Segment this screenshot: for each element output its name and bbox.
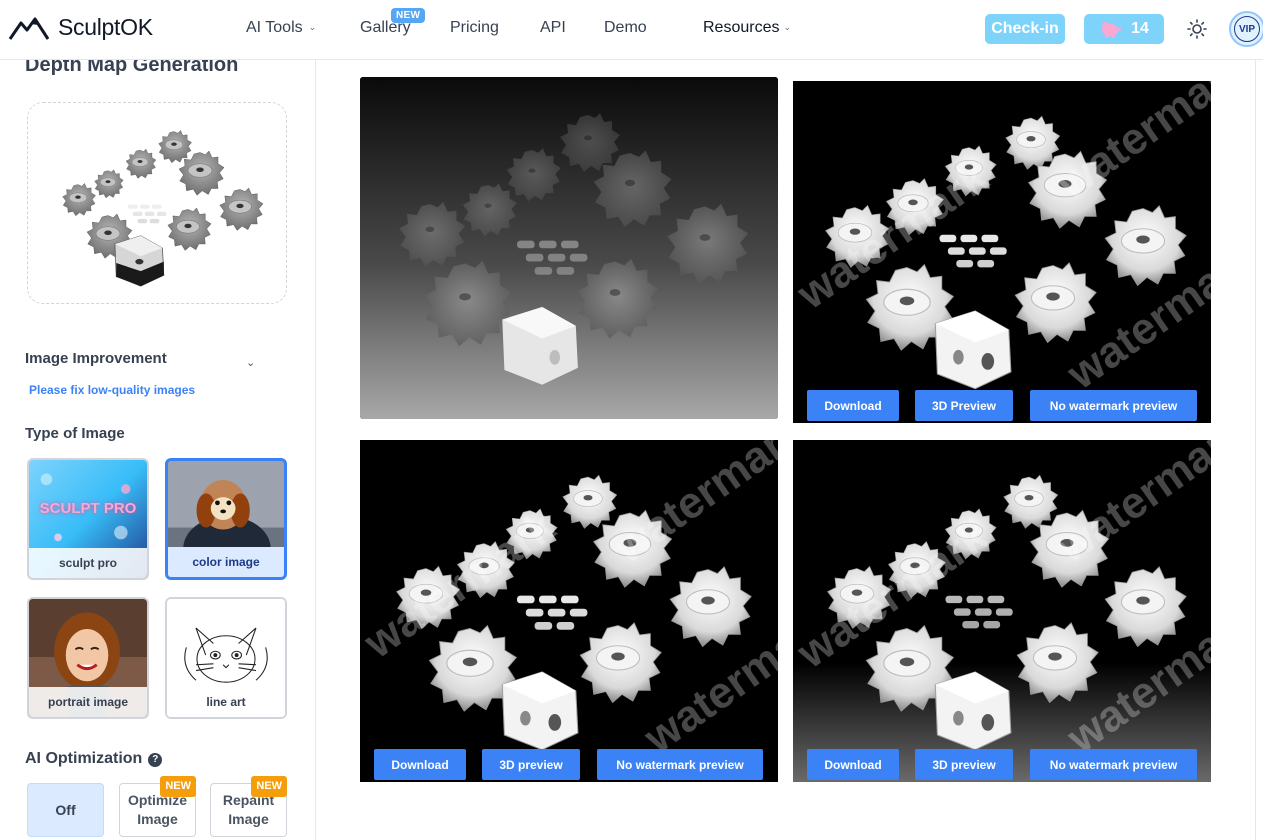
result-card-3[interactable]: watermark watermark watermark Download 3…	[360, 440, 778, 782]
type-card-line-art[interactable]: line art	[165, 597, 287, 719]
optimize-image-button[interactable]: NEW Optimize Image	[119, 776, 196, 837]
vip-badge-text: VIP	[1234, 16, 1260, 42]
3d-preview-button[interactable]: 3D preview	[482, 749, 580, 780]
help-question-icon[interactable]: ?	[148, 752, 163, 767]
coin-count: 14	[1131, 20, 1149, 37]
new-badge: NEW	[251, 776, 287, 797]
nav-resources[interactable]: Resources ⌄	[703, 19, 791, 37]
type-of-image-heading: Type of Image	[25, 425, 125, 442]
3d-preview-button[interactable]: 3D Preview	[915, 390, 1013, 421]
depth-map-image	[360, 77, 778, 419]
rendered-gears-image	[793, 440, 1211, 782]
result-card-depth-map[interactable]	[360, 77, 778, 419]
nav-pricing-label: Pricing	[450, 19, 499, 36]
no-watermark-preview-button[interactable]: No watermark preview	[1030, 749, 1197, 780]
rendered-gears-image	[793, 81, 1211, 423]
nav-demo-label: Demo	[604, 19, 647, 36]
no-watermark-preview-button[interactable]: No watermark preview	[1030, 390, 1197, 421]
type-card-label: portrait image	[29, 687, 147, 717]
type-card-portrait-image[interactable]: portrait image	[27, 597, 149, 719]
type-card-label: line art	[167, 687, 285, 717]
download-button[interactable]: Download	[807, 390, 899, 421]
optimize-line-2: Image	[137, 811, 178, 827]
3d-preview-button[interactable]: 3D preview	[915, 749, 1013, 780]
page-title: Depth Map Generation	[25, 60, 239, 76]
coin-balance-button[interactable]: 14	[1084, 14, 1164, 44]
ai-optimization-label: AI Optimization	[25, 750, 143, 767]
piggy-bank-icon	[1102, 22, 1122, 38]
type-card-sculpt-pro[interactable]: SCULPT PRO sculpt pro	[27, 458, 149, 580]
type-card-color-image[interactable]: color image	[165, 458, 287, 580]
result-card-4[interactable]: watermark watermark watermark Download 3…	[793, 440, 1211, 782]
type-card-label: sculpt pro	[29, 548, 147, 578]
new-badge: NEW	[160, 776, 196, 797]
nav-pricing[interactable]: Pricing	[450, 19, 499, 37]
chevron-down-icon[interactable]: ⌄	[246, 356, 255, 369]
brand-name: SculptOK	[58, 14, 153, 40]
vip-avatar[interactable]: VIP	[1229, 11, 1263, 47]
type-card-label: color image	[168, 547, 284, 577]
nav-demo[interactable]: Demo	[604, 19, 647, 37]
download-button[interactable]: Download	[807, 749, 899, 780]
repaint-image-button[interactable]: NEW Repaint Image	[210, 776, 287, 837]
repaint-line-2: Image	[228, 811, 269, 827]
rendered-gears-image	[360, 440, 778, 782]
nav-resources-label: Resources	[703, 19, 780, 36]
check-in-button[interactable]: Check-in	[985, 14, 1065, 44]
nav-api-label: API	[540, 19, 566, 36]
result-card-2[interactable]: watermark watermark watermark Download 3…	[793, 81, 1211, 423]
nav-api[interactable]: API	[540, 19, 566, 37]
no-watermark-preview-button[interactable]: No watermark preview	[597, 749, 763, 780]
scrollbar-track[interactable]	[1255, 60, 1256, 840]
uploaded-image-preview[interactable]	[27, 102, 287, 304]
settings-sidebar: Depth Map Generation Image Improvement ⌄…	[0, 60, 316, 840]
ai-optimization-heading: AI Optimization?	[25, 750, 163, 768]
image-improvement-heading: Image Improvement	[25, 350, 167, 367]
sun-icon[interactable]	[1186, 18, 1208, 40]
chevron-down-icon: ⌄	[783, 22, 792, 32]
download-button[interactable]: Download	[374, 749, 466, 780]
top-navigation-bar: SculptOK AI Tools ⌄ Gallery NEW Pricing A…	[0, 0, 1263, 60]
sculpt-pro-art-text: SCULPT PRO	[39, 500, 137, 517]
nav-ai-tools[interactable]: AI Tools ⌄	[246, 19, 316, 37]
brand-logo[interactable]: SculptOK	[8, 14, 153, 41]
ai-optimization-off-button[interactable]: Off	[27, 783, 104, 837]
fix-low-quality-link[interactable]: Please fix low-quality images	[29, 383, 195, 397]
mountain-logo-icon	[8, 17, 50, 40]
chevron-down-icon: ⌄	[308, 22, 317, 32]
gallery-new-badge: NEW	[391, 8, 426, 23]
nav-ai-tools-label: AI Tools	[246, 19, 303, 36]
opt-off-label: Off	[55, 801, 76, 818]
uploaded-gears-thumbnail	[28, 103, 286, 303]
